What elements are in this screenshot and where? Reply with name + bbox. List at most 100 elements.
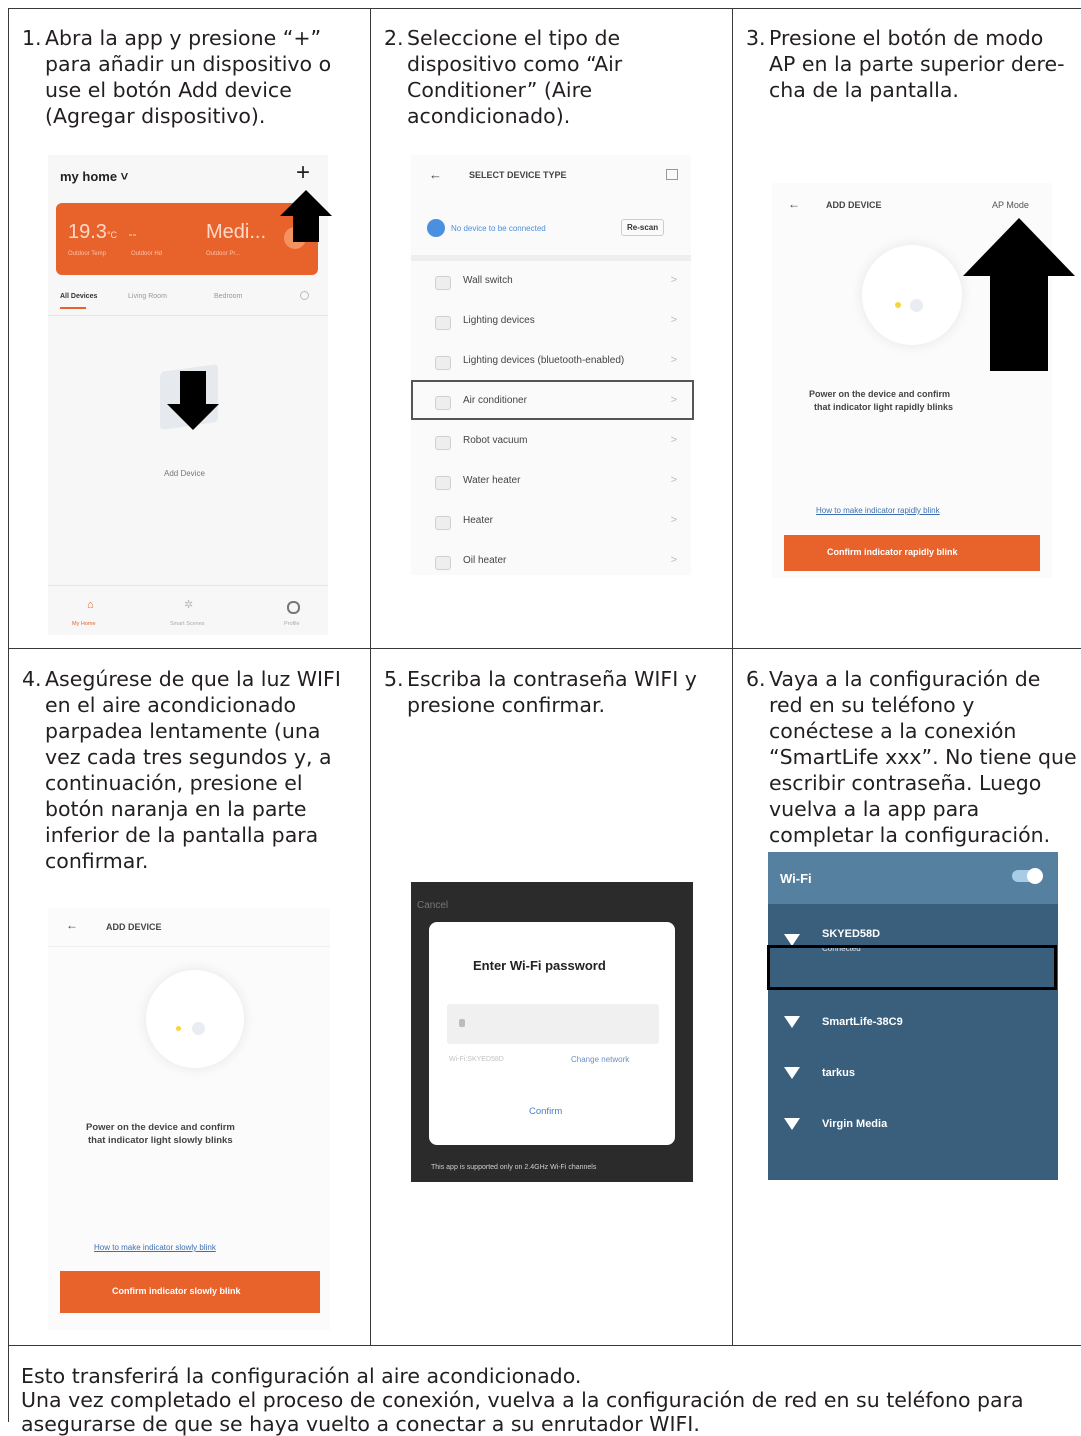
device-type-icon	[435, 516, 451, 530]
weather-card: 19.3°C -- Medi... Outdoor Temp Outdoor H…	[56, 203, 318, 275]
page-title: ADD DEVICE	[106, 922, 162, 932]
home-nav-icon[interactable]: ⌂	[87, 599, 94, 611]
ap-mode-button[interactable]: AP Mode	[992, 200, 1029, 210]
wifi-network-item[interactable]: tarkus	[768, 1055, 1058, 1095]
tab-all-devices[interactable]: All Devices	[60, 293, 97, 300]
confirm-button[interactable]: Confirm	[529, 1106, 562, 1117]
temperature-unit: °C	[106, 230, 118, 240]
home-title[interactable]: my home ˅	[60, 169, 128, 184]
device-type-item[interactable]: Heater >	[411, 503, 691, 543]
nav-label-profile[interactable]: Profile	[284, 621, 300, 627]
device-type-label: Robot vacuum	[463, 435, 528, 446]
wifi-network-item[interactable]: Virgin Media	[768, 1106, 1058, 1146]
indicator-dot	[176, 1026, 181, 1031]
device-type-label: Heater	[463, 515, 494, 526]
scenes-nav-icon[interactable]: ✲	[184, 598, 193, 611]
table-divider-2	[732, 8, 733, 1345]
instruction-line-2: that indicator light slowly blinks	[88, 1135, 233, 1146]
footer-line-1: Esto transferirá la configuración al air…	[21, 1364, 582, 1388]
wifi-signal-icon	[784, 1067, 800, 1079]
confirm-rapid-blink-button[interactable]: Confirm indicator rapidly blink	[784, 535, 1040, 571]
wifi-signal-icon	[784, 1118, 800, 1130]
device-type-item[interactable]: Robot vacuum >	[411, 423, 691, 463]
help-link[interactable]: How to make indicator slowly blink	[94, 1243, 216, 1252]
device-type-item[interactable]: Water heater >	[411, 463, 691, 503]
table-divider-1	[370, 8, 371, 1345]
cancel-button[interactable]: Cancel	[417, 900, 448, 911]
chevron-right-icon: >	[670, 314, 677, 326]
lock-icon	[459, 1019, 465, 1027]
help-link[interactable]: How to make indicator rapidly blink	[816, 506, 940, 515]
back-icon[interactable]: ←	[429, 167, 442, 182]
screenshot-add-device-slow-blink: ← ADD DEVICE Power on the device and con…	[48, 908, 330, 1330]
table-row-divider-1	[8, 648, 1081, 649]
rescan-button[interactable]: Re-scan	[621, 219, 665, 236]
device-type-label: Lighting devices	[463, 315, 535, 326]
plus-icon[interactable]: +	[296, 159, 310, 187]
step-number: 4.	[22, 667, 42, 691]
tab-bedroom[interactable]: Bedroom	[214, 293, 242, 300]
header-divider	[48, 946, 330, 947]
footer-line-2: Una vez completado el proceso de conexió…	[21, 1388, 1024, 1436]
wifi-network-name: tarkus	[822, 1067, 856, 1079]
scan-icon[interactable]	[666, 169, 678, 180]
device-type-label: Water heater	[463, 475, 521, 486]
device-type-icon	[435, 316, 451, 330]
chevron-right-icon: >	[670, 434, 677, 446]
change-network-link[interactable]: Change network	[571, 1055, 629, 1064]
button-label: Confirm indicator slowly blink	[112, 1286, 241, 1296]
page-title: ADD DEVICE	[826, 200, 882, 210]
arrow-up-shaft	[293, 215, 319, 242]
indicator-dot	[895, 302, 901, 308]
back-icon[interactable]: ←	[66, 918, 78, 932]
tab-living-room[interactable]: Living Room	[128, 293, 167, 300]
wifi-network-name: SKYED58D	[822, 928, 881, 940]
wifi-network-item[interactable]: SmartLife-38C9	[768, 1004, 1058, 1044]
scan-status: No device to be connected	[451, 224, 546, 233]
step-number: 1.	[22, 26, 42, 50]
wifi-network-name: Wi-Fi:SKYED58D	[449, 1056, 504, 1063]
device-type-item[interactable]: Oil heater >	[411, 543, 691, 575]
step-text: Seleccione el tipo de dispositivo como “…	[407, 26, 623, 128]
nav-label-my-home[interactable]: My Home	[72, 621, 96, 627]
step-number: 5.	[384, 667, 404, 691]
arrow-up-icon	[963, 218, 1075, 276]
wifi-signal-icon	[784, 1016, 800, 1028]
instruction-line-1: Power on the device and confirm	[809, 389, 951, 399]
device-type-item[interactable]: Wall switch >	[411, 263, 691, 303]
humidity-value: --	[128, 227, 137, 241]
wifi-network-name: SmartLife-38C9	[822, 1016, 903, 1028]
device-type-item[interactable]: Lighting devices >	[411, 303, 691, 343]
step-text: Escriba la contraseña WIFI y presione co…	[407, 667, 697, 717]
confirm-slow-blink-button[interactable]: Confirm indicator slowly blink	[60, 1271, 320, 1313]
chevron-right-icon: >	[670, 474, 677, 486]
wifi-toggle[interactable]	[1012, 868, 1043, 884]
step-number: 3.	[746, 26, 766, 50]
device-illustration	[862, 245, 962, 345]
device-type-item[interactable]: Lighting devices (bluetooth-enabled) >	[411, 343, 691, 383]
step-text: Abra la app y presione “+” para añadir u…	[45, 26, 332, 128]
device-type-label: Oil heater	[463, 555, 507, 566]
indicator-light	[192, 1022, 205, 1035]
arrow-up-shaft	[990, 275, 1048, 371]
weather-sub-label: Outdoor Pr...	[206, 251, 241, 257]
device-scan-indicator	[427, 219, 445, 237]
add-device-label[interactable]: Add Device	[164, 469, 205, 478]
device-type-icon	[435, 556, 451, 570]
screenshot-enter-wifi-password: Cancel Enter Wi-Fi password Wi-Fi:SKYED5…	[411, 882, 693, 1182]
instruction-line-1: Power on the device and confirm	[86, 1122, 235, 1133]
profile-nav-icon[interactable]	[287, 601, 300, 614]
button-label: Confirm indicator rapidly blink	[827, 547, 958, 557]
list-top-divider	[411, 255, 691, 261]
bottom-nav-divider	[48, 585, 328, 586]
step-text: Asegúrese de que la luz WIFI en el aire …	[45, 667, 341, 873]
tab-underline	[60, 307, 86, 309]
arrow-down-shaft	[180, 371, 206, 405]
back-icon[interactable]: ←	[788, 197, 800, 211]
password-input[interactable]	[447, 1004, 659, 1044]
chevron-right-icon: >	[670, 274, 677, 286]
nav-label-smart-scenes[interactable]: Smart Scenes	[170, 621, 205, 627]
settings-icon[interactable]	[300, 291, 309, 300]
wifi-title: Wi-Fi	[780, 871, 812, 886]
device-illustration	[146, 970, 244, 1068]
